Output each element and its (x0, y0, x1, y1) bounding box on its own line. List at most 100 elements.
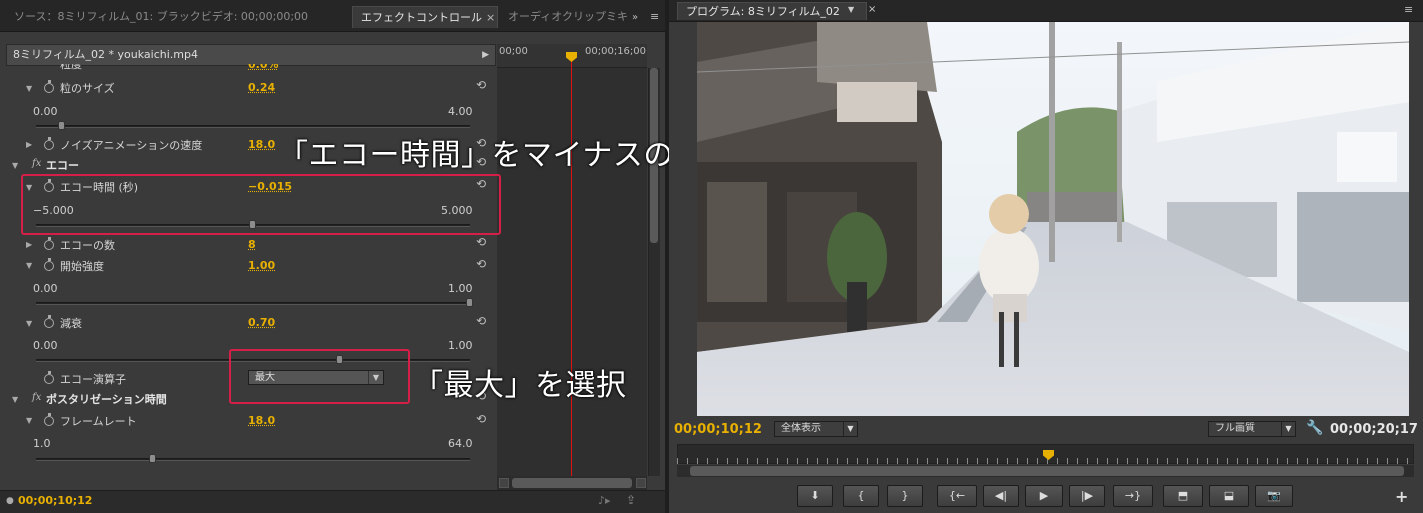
expand-triangle-icon[interactable]: ▶ (26, 240, 32, 249)
filter-icon[interactable]: ● (6, 496, 14, 506)
step-back-button[interactable]: ◀| (983, 485, 1019, 507)
start-intensity-min: 0.00 (33, 282, 58, 295)
mark-in-button[interactable]: { (843, 485, 879, 507)
echo-count-label: エコーの数 (60, 239, 115, 252)
stopwatch-icon[interactable] (44, 413, 54, 426)
reset-icon[interactable]: ⟲ (476, 235, 486, 249)
chevron-down-icon: ▼ (1281, 422, 1295, 436)
frame-rate-value[interactable]: 18.0 (248, 414, 275, 427)
tab-effect-controls[interactable]: エフェクトコントロール × (352, 6, 498, 28)
fit-select-value: 全体表示 (781, 423, 821, 434)
tab-overflow-icon[interactable]: » (632, 12, 638, 23)
grain-size-slider-knob[interactable] (58, 121, 66, 130)
plus-icon[interactable]: + (1395, 487, 1408, 506)
noise-speed-value[interactable]: 18.0 (248, 138, 275, 151)
lift-button[interactable]: ⬒ (1163, 485, 1203, 507)
posterize-section-title: ポスタリゼーション時間 (46, 393, 167, 406)
program-zoom-thumb[interactable] (690, 466, 1404, 476)
play-triangle-icon[interactable]: ▶ (482, 45, 489, 65)
decay-value[interactable]: 0.70 (248, 316, 275, 329)
expand-triangle-icon[interactable]: ▶ (26, 140, 32, 149)
frame-rate-label: フレームレート (60, 415, 137, 428)
add-marker-button[interactable]: ⬇ (797, 485, 833, 507)
expand-triangle-icon[interactable]: ▼ (26, 84, 32, 93)
noise-speed-label: ノイズアニメーションの速度 (60, 139, 203, 152)
start-intensity-label: 開始強度 (60, 260, 104, 273)
fit-select[interactable]: 全体表示 ▼ (774, 421, 858, 437)
effect-controls-footer (0, 490, 665, 513)
street-scene-image (697, 22, 1409, 416)
grain-size-value[interactable]: 0.24 (248, 81, 275, 94)
wrench-icon[interactable]: 🔧 (1306, 420, 1323, 436)
horizontal-scroll-thumb[interactable] (512, 478, 632, 488)
grain-size-min: 0.00 (33, 105, 58, 118)
expand-triangle-icon[interactable]: ▼ (26, 416, 32, 425)
mark-out-button[interactable]: } (887, 485, 923, 507)
expand-triangle-icon[interactable]: ▼ (12, 395, 18, 404)
reset-icon[interactable]: ⟲ (476, 78, 486, 92)
frame-rate-slider[interactable] (36, 458, 470, 461)
zoom-in-handle[interactable] (636, 478, 646, 488)
quality-select-value: フル画質 (1215, 423, 1255, 434)
stopwatch-icon[interactable] (44, 315, 54, 328)
close-icon[interactable]: × (868, 4, 876, 15)
chevron-down-icon: ▼ (843, 422, 857, 436)
clip-title: 8ミリフィルム_02 * youkaichi.mp4 (13, 48, 199, 61)
audio-scrub-icon[interactable]: ♪▸ (598, 494, 611, 507)
play-button[interactable]: ▶ (1025, 485, 1063, 507)
timeline-end: 00;00;16;00 (585, 46, 647, 57)
panel-menu-icon[interactable]: ≡ (1404, 3, 1413, 16)
tab-program[interactable]: プログラム: 8ミリフィルム_02 (677, 2, 867, 20)
operator-highlight-box (229, 349, 410, 404)
expand-triangle-icon[interactable]: ▼ (12, 161, 18, 170)
operator-annotation: 「最大」を選択 (413, 368, 627, 403)
chevron-down-icon[interactable]: ▼ (848, 5, 854, 14)
start-intensity-slider-knob[interactable] (466, 298, 473, 307)
stopwatch-icon[interactable] (44, 237, 54, 250)
quality-select[interactable]: フル画質 ▼ (1208, 421, 1296, 437)
echo-operator-label: エコー演算子 (60, 373, 126, 386)
stopwatch-icon[interactable] (44, 258, 54, 271)
echo-time-highlight-box (21, 174, 501, 235)
go-to-in-button[interactable]: {← (937, 485, 977, 507)
frame-rate-min: 1.0 (33, 437, 51, 450)
close-icon[interactable]: × (486, 11, 495, 24)
footer-timecode[interactable]: 00;00;10;12 (18, 494, 92, 507)
grain-size-slider[interactable] (36, 125, 470, 128)
reset-icon[interactable]: ⟲ (476, 314, 486, 328)
expand-triangle-icon[interactable]: ▼ (26, 261, 32, 270)
fx-badge-icon[interactable]: fx (32, 158, 41, 169)
program-video-frame (697, 22, 1409, 416)
extract-button[interactable]: ⬓ (1209, 485, 1249, 507)
zoom-out-handle[interactable] (499, 478, 509, 488)
current-timecode[interactable]: 00;00;10;12 (674, 422, 762, 437)
grain-size-max: 4.00 (448, 105, 473, 118)
echo-count-value[interactable]: 8 (248, 238, 256, 251)
stopwatch-icon[interactable] (44, 80, 54, 93)
stopwatch-icon[interactable] (44, 371, 54, 384)
panel-menu-icon[interactable]: ≡ (650, 10, 659, 23)
expand-triangle-icon[interactable]: ▼ (26, 319, 32, 328)
step-forward-button[interactable]: |▶ (1069, 485, 1105, 507)
echo-time-annotation: 「エコー時間」をマイナスの値に (278, 138, 735, 173)
start-intensity-max: 1.00 (448, 282, 473, 295)
frame-rate-max: 64.0 (448, 437, 473, 450)
partial-row-value[interactable]: 0.0% (248, 64, 279, 70)
tab-source[interactable]: ソース：8ミリフィルム_01: ブラックビデオ: 00;00;00;00 (6, 6, 346, 28)
export-frame-button[interactable]: 📷 (1255, 485, 1293, 507)
decay-min: 0.00 (33, 339, 58, 352)
export-icon[interactable]: ⇪ (626, 493, 636, 507)
go-to-out-button[interactable]: →} (1113, 485, 1153, 507)
frame-rate-slider-knob[interactable] (149, 454, 157, 463)
reset-icon[interactable]: ⟲ (476, 412, 486, 426)
partial-row-label: 粒度 (60, 64, 82, 70)
start-intensity-value[interactable]: 1.00 (248, 259, 275, 272)
reset-icon[interactable]: ⟲ (476, 257, 486, 271)
fx-badge-icon[interactable]: fx (32, 392, 41, 403)
stopwatch-icon[interactable] (44, 137, 54, 150)
start-intensity-slider[interactable] (36, 302, 470, 305)
tab-audio-clip-mixer[interactable]: オーディオクリップミキ (500, 6, 630, 28)
playhead-line[interactable] (571, 56, 572, 476)
echo-section-title: エコー (46, 159, 79, 172)
duration-timecode: 00;00;20;17 (1330, 422, 1418, 437)
